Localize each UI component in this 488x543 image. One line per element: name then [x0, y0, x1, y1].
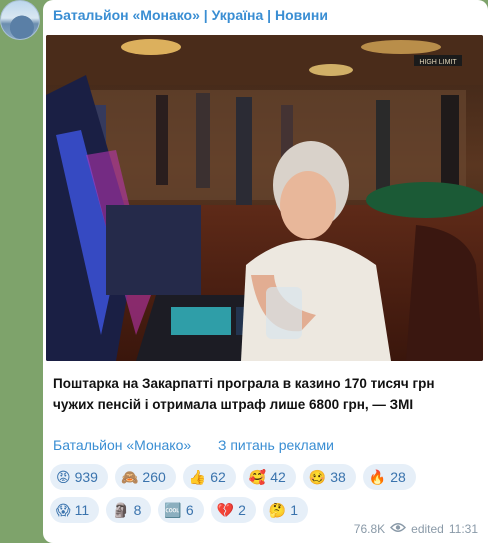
channel-link[interactable]: Батальйон «Монако» — [53, 437, 191, 453]
edited-label: edited — [411, 522, 444, 536]
reaction-moai[interactable]: 🗿 8 — [106, 497, 152, 523]
reaction-thumbs-up[interactable]: 👍 62 — [182, 464, 236, 490]
post-caption: Поштарка на Закарпатті програла в казино… — [53, 376, 435, 412]
post-image[interactable]: HIGH LIMIT — [46, 35, 483, 361]
reactions-row-2: 😱 11 🗿 8 🆒 6 💔 2 🤔 1 — [50, 497, 480, 523]
reaction-count: 11 — [74, 502, 90, 518]
reaction-see-no-evil-monkey[interactable]: 🙈 260 — [114, 464, 176, 490]
angry-face-icon: 😡 — [56, 469, 71, 485]
woozy-face-icon: 🥴 — [308, 469, 327, 485]
cool-button-icon: 🆒 — [164, 502, 182, 518]
message-meta: 76.8K edited 11:31 — [354, 522, 478, 536]
smiling-face-hearts-icon: 🥰 — [248, 469, 267, 485]
reaction-count: 42 — [270, 469, 286, 485]
casino-photo: HIGH LIMIT — [46, 35, 483, 361]
thumbs-up-icon: 👍 — [188, 469, 207, 485]
reaction-fire[interactable]: 🔥 28 — [362, 464, 416, 490]
reaction-count: 939 — [74, 469, 98, 485]
reaction-angry-face[interactable]: 😡 939 — [50, 464, 108, 490]
reaction-count: 28 — [390, 469, 406, 485]
reaction-count: 2 — [238, 502, 246, 518]
reaction-thinking-face[interactable]: 🤔 1 — [262, 497, 309, 523]
channel-avatar[interactable] — [0, 0, 40, 40]
reaction-screaming-face[interactable]: 😱 11 — [50, 497, 100, 523]
thinking-face-icon: 🤔 — [268, 502, 287, 518]
reactions-row-1: 😡 939 🙈 260 👍 62 🥰 42 🥴 38 🔥 28 — [50, 464, 480, 490]
reaction-count: 1 — [290, 502, 299, 518]
broken-heart-icon: 💔 — [216, 502, 235, 518]
eye-icon — [390, 522, 407, 536]
screaming-face-icon: 😱 — [56, 502, 71, 518]
channel-title[interactable]: Батальйон «Монако» | Україна | Новини — [53, 7, 328, 23]
ads-link[interactable]: З питань реклами — [218, 437, 334, 453]
views-count: 76.8K — [353, 522, 386, 536]
reaction-cool-button[interactable]: 🆒 6 — [158, 497, 204, 523]
high-limit-sign: HIGH LIMIT — [419, 59, 457, 66]
moai-icon: 🗿 — [112, 502, 130, 518]
reaction-broken-heart[interactable]: 💔 2 — [210, 497, 256, 523]
reaction-count: 38 — [330, 469, 346, 485]
reaction-smiling-face-hearts[interactable]: 🥰 42 — [242, 464, 296, 490]
reaction-count: 62 — [210, 469, 226, 485]
message-time: 11:31 — [448, 522, 478, 536]
message-bubble: Батальйон «Монако» | Україна | Новини HI… — [43, 0, 488, 543]
reactions: 😡 939 🙈 260 👍 62 🥰 42 🥴 38 🔥 28 😱 11 🗿 8 🆒 6 💔 2 🤔 1 — [50, 464, 480, 530]
see-no-evil-monkey-icon: 🙈 — [120, 469, 139, 485]
reaction-woozy-face[interactable]: 🥴 38 — [302, 464, 356, 490]
fire-icon: 🔥 — [368, 469, 387, 485]
reaction-count: 260 — [142, 469, 166, 485]
reaction-count: 8 — [133, 502, 142, 518]
reaction-count: 6 — [185, 502, 194, 518]
